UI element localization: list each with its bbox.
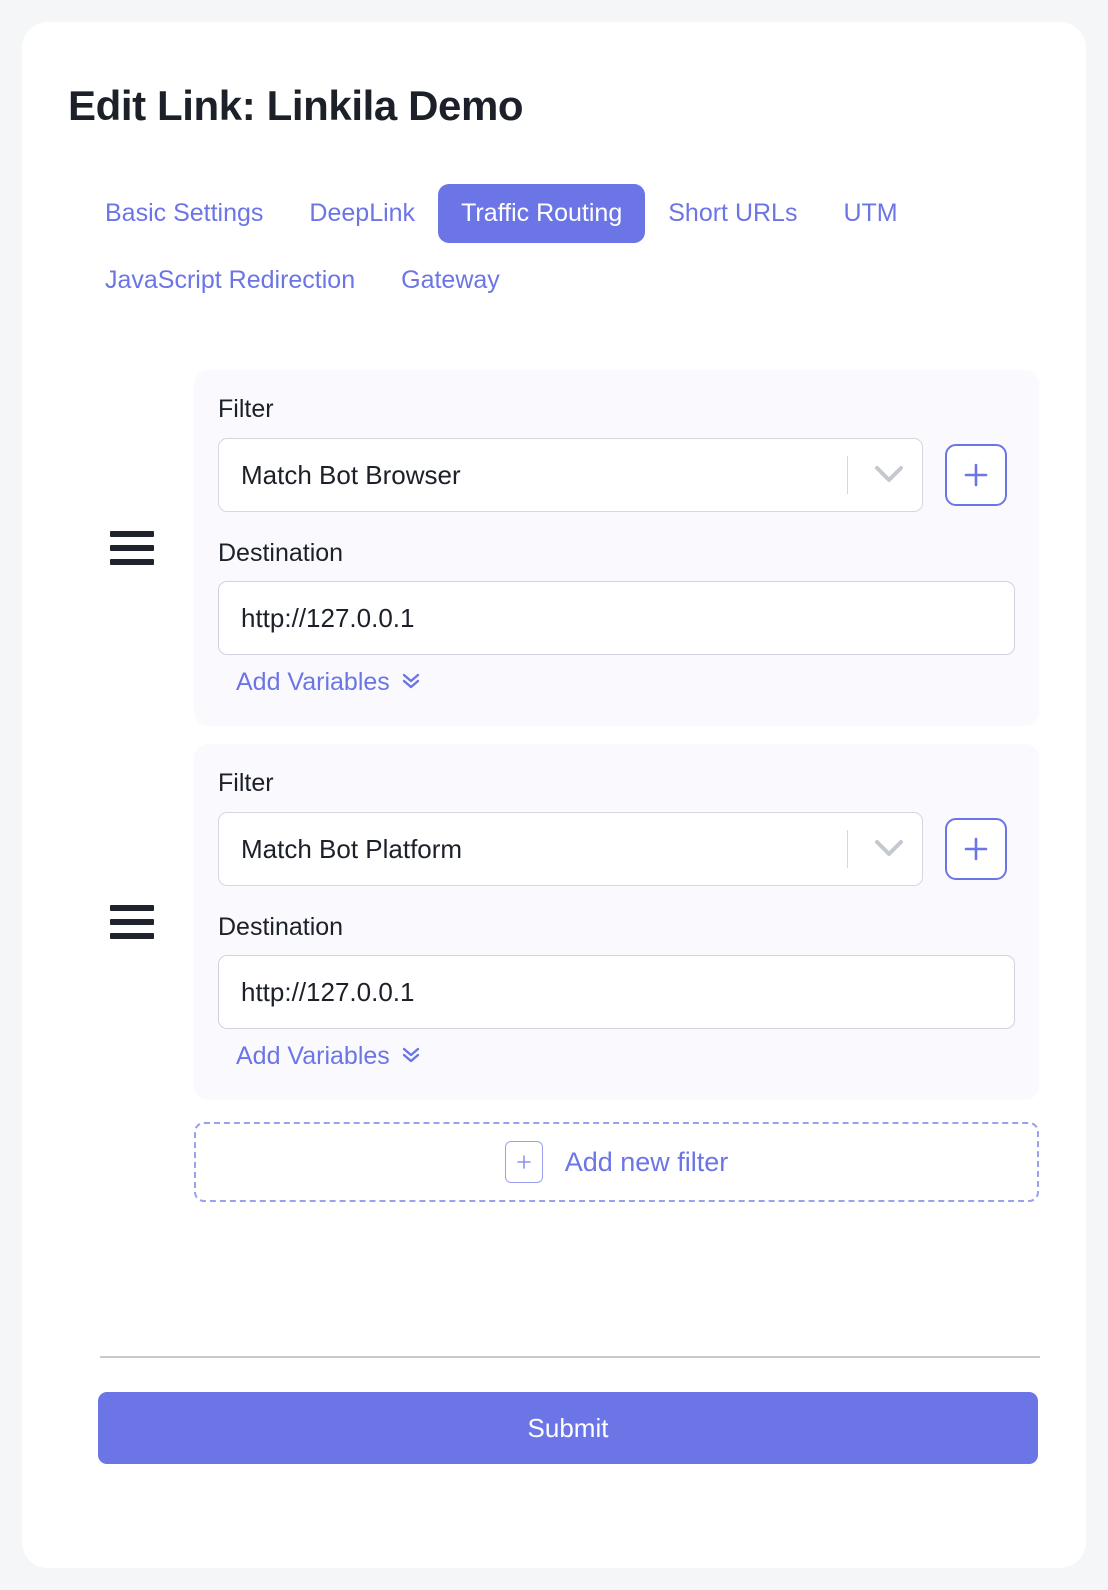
filter-select[interactable]: Match Bot Platform <box>218 811 923 886</box>
filter-label: Filter <box>218 769 274 797</box>
add-filter-condition-button[interactable] <box>945 817 1007 880</box>
routing-rule-card: Filter Match Bot Browser Destination htt… <box>194 370 1039 726</box>
tab-utm[interactable]: UTM <box>820 184 920 243</box>
filter-select-value: Match Bot Browser <box>241 459 461 490</box>
page-title: Edit Link: Linkila Demo <box>68 82 524 129</box>
destination-label: Destination <box>218 538 344 567</box>
tab-deeplink[interactable]: DeepLink <box>286 184 438 243</box>
select-separator <box>847 829 848 868</box>
destination-input[interactable] <box>218 581 1015 655</box>
plus-icon <box>504 1141 543 1183</box>
add-new-filter-button[interactable]: Add new filter <box>194 1122 1039 1202</box>
tab-basic-settings[interactable]: Basic Settings <box>82 184 286 243</box>
filter-label: Filter <box>218 395 274 423</box>
routing-rule-row: Filter Match Bot Browser Destination htt… <box>22 370 1086 726</box>
destination-input[interactable] <box>218 955 1015 1029</box>
tab-gateway[interactable]: Gateway <box>378 251 523 310</box>
add-variables-label: Add Variables <box>236 1042 390 1070</box>
add-variables-label: Add Variables <box>236 668 390 696</box>
double-chevron-down-icon <box>400 1043 422 1070</box>
filter-select[interactable]: Match Bot Browser <box>218 437 923 512</box>
destination-label: Destination <box>218 912 344 941</box>
double-chevron-down-icon <box>400 669 422 696</box>
edit-link-card: Edit Link: Linkila Demo Basic Settings D… <box>22 22 1086 1568</box>
filter-select-row: Match Bot Browser <box>218 437 1015 512</box>
add-new-filter-label: Add new filter <box>564 1146 729 1177</box>
chevron-down-icon <box>866 466 912 483</box>
chevron-down-icon <box>866 840 912 857</box>
routing-rule-card: Filter Match Bot Platform Destination ht… <box>194 744 1039 1100</box>
tab-bar: Basic Settings DeepLink Traffic Routing … <box>82 184 1042 310</box>
add-variables-link[interactable]: Add Variables <box>236 669 422 696</box>
tab-javascript-redirection[interactable]: JavaScript Redirection <box>82 251 378 310</box>
filter-select-value: Match Bot Platform <box>241 833 463 864</box>
tab-short-urls[interactable]: Short URLs <box>645 184 820 243</box>
traffic-routing-panel: Filter Match Bot Browser Destination htt… <box>22 370 1086 1202</box>
drag-handle-icon[interactable] <box>110 905 154 939</box>
footer-divider <box>100 1356 1040 1358</box>
routing-rule-row: Filter Match Bot Platform Destination ht… <box>22 744 1086 1100</box>
drag-handle-icon[interactable] <box>110 531 154 565</box>
submit-button[interactable]: Submit <box>98 1392 1038 1464</box>
filter-select-row: Match Bot Platform <box>218 811 1015 886</box>
add-variables-link[interactable]: Add Variables <box>236 1043 422 1070</box>
add-filter-condition-button[interactable] <box>945 443 1007 506</box>
tab-traffic-routing[interactable]: Traffic Routing <box>438 184 646 243</box>
select-separator <box>847 455 848 494</box>
